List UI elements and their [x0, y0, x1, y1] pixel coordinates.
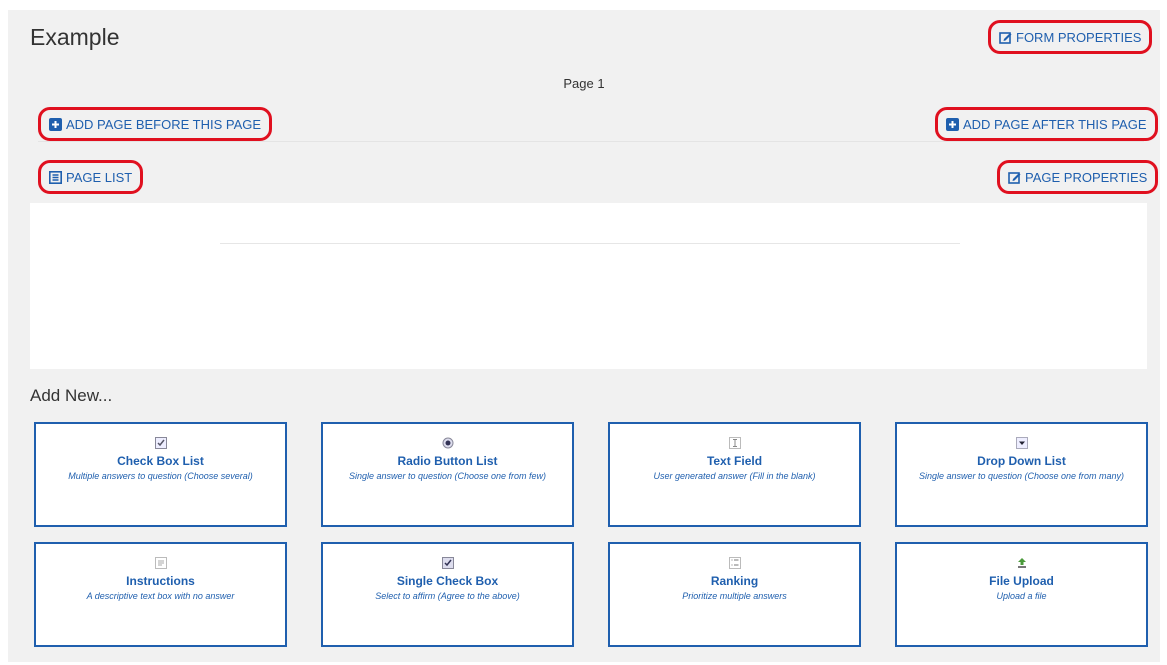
- form-properties-button[interactable]: FORM PROPERTIES: [988, 20, 1153, 54]
- canvas-rule: [220, 243, 960, 244]
- dropdown-icon: [1015, 436, 1028, 449]
- plus-square-icon: [49, 117, 62, 131]
- list-icon: [49, 170, 62, 184]
- plus-square-icon: [946, 117, 959, 131]
- upload-icon: [1016, 556, 1028, 568]
- tile-title: File Upload: [989, 574, 1054, 588]
- tile-drop-down-list[interactable]: Drop Down List Single answer to question…: [895, 422, 1148, 527]
- tile-desc: User generated answer (Fill in the blank…: [653, 471, 816, 481]
- tile-single-check-box[interactable]: Single Check Box Select to affirm (Agree…: [321, 542, 574, 647]
- page-properties-button[interactable]: PAGE PROPERTIES: [997, 160, 1159, 194]
- page-label: Page 1: [563, 76, 605, 91]
- form-properties-label: FORM PROPERTIES: [1016, 29, 1142, 45]
- edit-icon: [1008, 171, 1021, 184]
- instructions-icon: [154, 556, 167, 569]
- tile-ranking[interactable]: Ranking Prioritize multiple answers: [608, 542, 861, 647]
- tile-title: Instructions: [126, 574, 195, 588]
- tile-instructions[interactable]: Instructions A descriptive text box with…: [34, 542, 287, 647]
- tile-desc: Prioritize multiple answers: [682, 591, 787, 601]
- tile-desc: Select to affirm (Agree to the above): [375, 591, 520, 601]
- tile-check-box-list[interactable]: Check Box List Multiple answers to quest…: [34, 422, 287, 527]
- tile-desc: Single answer to question (Choose one fr…: [918, 471, 1125, 481]
- tile-radio-button-list[interactable]: Radio Button List Single answer to quest…: [321, 422, 574, 527]
- add-page-before-label: ADD PAGE BEFORE THIS PAGE: [66, 116, 262, 132]
- tile-title: Text Field: [706, 454, 763, 468]
- tile-title: Ranking: [710, 574, 759, 588]
- tile-desc: Single answer to question (Choose one fr…: [348, 471, 547, 481]
- ranking-icon: [728, 556, 741, 569]
- tile-text-field[interactable]: Text Field User generated answer (Fill i…: [608, 422, 861, 527]
- page-canvas[interactable]: [30, 203, 1147, 369]
- tile-title: Check Box List: [117, 454, 204, 468]
- add-page-after-label: ADD PAGE AFTER THIS PAGE: [963, 116, 1147, 132]
- form-builder-panel: Example FORM PROPERTIES Page 1 ADD PAGE …: [8, 10, 1160, 662]
- tile-title: Single Check Box: [396, 574, 499, 588]
- checkbox-list-icon: [154, 436, 167, 449]
- form-title: Example: [30, 24, 120, 50]
- divider: [38, 141, 1144, 142]
- add-new-heading: Add New...: [30, 386, 113, 405]
- tile-title: Radio Button List: [397, 454, 498, 468]
- add-page-after-button[interactable]: ADD PAGE AFTER THIS PAGE: [935, 107, 1158, 141]
- checkbox-icon: [441, 556, 454, 569]
- radio-icon: [442, 436, 454, 449]
- tile-file-upload[interactable]: File Upload Upload a file: [895, 542, 1148, 647]
- text-cursor-icon: [728, 436, 741, 449]
- add-page-before-button[interactable]: ADD PAGE BEFORE THIS PAGE: [38, 107, 273, 141]
- page-list-label: PAGE LIST: [66, 169, 133, 185]
- edit-icon: [999, 31, 1012, 44]
- tile-desc: Multiple answers to question (Choose sev…: [68, 471, 253, 481]
- tile-desc: A descriptive text box with no answer: [86, 591, 235, 601]
- page-properties-label: PAGE PROPERTIES: [1025, 169, 1148, 185]
- tile-title: Drop Down List: [977, 454, 1066, 468]
- page-list-button[interactable]: PAGE LIST: [38, 160, 144, 194]
- tile-desc: Upload a file: [996, 591, 1047, 601]
